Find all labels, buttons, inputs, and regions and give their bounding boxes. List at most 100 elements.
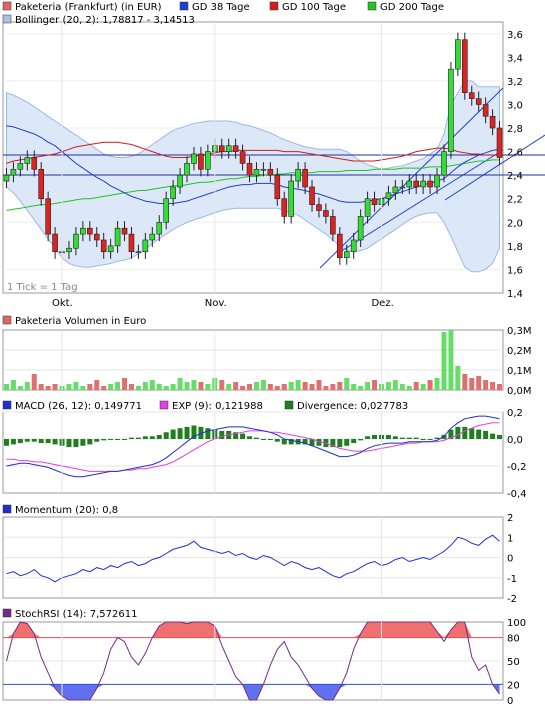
candle-up: [253, 168, 260, 176]
x-tick-label: Nov.: [205, 298, 227, 309]
legend-volume: Paketeria Volumen in Euro: [2, 315, 146, 327]
candle-down: [309, 186, 315, 205]
volume-bar: [483, 380, 489, 390]
x-tick-label: Dez.: [371, 298, 393, 309]
y-tick-label: 3,4: [507, 53, 523, 64]
divergence-bar: [476, 429, 482, 439]
legend-momentum: Momentum (20): 0,8: [2, 504, 118, 516]
volume-bar: [462, 374, 468, 390]
volume-bar: [351, 384, 357, 390]
candle-up: [343, 251, 350, 258]
candle-down: [330, 216, 336, 235]
candle-up: [114, 227, 121, 247]
divergence-bar: [149, 436, 155, 439]
y-tick-label: -0,4: [507, 489, 527, 500]
volume-bar: [260, 380, 266, 390]
legend-swatch: [159, 400, 169, 410]
price-panel: 1,4 1,6 1,8 2,0 2,2 2,4 2,6 2,8 3,0 3,2 3,4 3,6 1 T…: [2, 1, 545, 300]
divergence-bar: [274, 439, 280, 442]
volume-bar: [490, 382, 496, 390]
candle-up: [441, 151, 447, 176]
y-tick-label: -2: [507, 594, 517, 605]
candle-down: [413, 180, 419, 188]
volume-bar: [309, 384, 315, 390]
divergence-bar: [358, 439, 364, 441]
candle-down: [475, 98, 482, 105]
candle-up: [455, 39, 461, 70]
volume-bar: [295, 380, 301, 390]
divergence-bar: [427, 439, 433, 440]
candle-up: [434, 174, 440, 188]
legend-label: StochRSI (14): 7,572611: [15, 609, 137, 620]
volume-bar: [233, 382, 239, 390]
volume-bar: [274, 386, 280, 390]
candle-up: [225, 145, 232, 152]
legend-label: GD 200 Tage: [380, 2, 444, 13]
volume-bar: [170, 384, 176, 390]
candle-up: [364, 198, 371, 217]
candle-down: [323, 210, 329, 217]
candle-down: [232, 145, 239, 152]
y-tick-label: 0,1M: [507, 366, 532, 377]
volume-bar: [73, 382, 79, 390]
volume-bar: [413, 382, 419, 390]
legend-label: EXP (9): 0,121988: [172, 401, 263, 412]
candle-up: [142, 239, 149, 253]
divergence-bar: [399, 437, 405, 439]
y-tick-label: 3,2: [507, 77, 523, 88]
divergence-bar: [219, 430, 225, 439]
y-tick-label: 1,6: [507, 265, 523, 276]
legend-label: GD 38 Tage: [192, 2, 250, 13]
divergence-bar: [344, 439, 350, 446]
volume-bar: [142, 382, 148, 390]
volume-bar: [316, 380, 322, 390]
volume-bar: [87, 384, 93, 390]
y-tick-label: 0,0M: [507, 386, 532, 397]
candle-up: [205, 151, 211, 170]
volume-bar: [448, 330, 454, 390]
y-tick-label: 1,4: [507, 289, 523, 300]
volume-bar: [497, 384, 503, 390]
candle-up: [420, 180, 426, 188]
legend-swatch: [2, 315, 12, 325]
volume-bar: [323, 386, 329, 390]
y-tick-label: 0: [507, 696, 513, 707]
volume-bar: [115, 382, 121, 390]
candle-down: [302, 168, 308, 188]
legend-swatch: [2, 504, 12, 514]
divergence-bar: [135, 437, 141, 439]
candle-down: [468, 92, 475, 99]
volume-bar: [198, 382, 204, 390]
legend-label: Bollinger (20, 2): 1,78817 - 3,14513: [15, 15, 195, 26]
candle-up: [149, 233, 156, 241]
volume-bar: [94, 380, 100, 390]
legend-label: Divergence: 0,027783: [297, 401, 408, 412]
price-ticks: 1,4 1,6 1,8 2,0 2,2 2,4 2,6 2,8 3,0 3,2 3,4 3,6: [507, 30, 523, 300]
divergence-bar: [101, 439, 107, 441]
divergence-bar: [52, 439, 58, 445]
divergence-bar: [406, 437, 412, 439]
divergence-bar: [337, 439, 343, 448]
divergence-bar: [385, 434, 391, 439]
divergence-bar: [3, 439, 9, 446]
candle-up: [10, 168, 17, 176]
legend-swatch: [2, 400, 12, 410]
candle-up: [170, 186, 176, 200]
divergence-bar: [94, 439, 100, 442]
candle-up: [448, 68, 454, 152]
y-tick-label: 20: [507, 680, 520, 691]
candle-up: [350, 239, 357, 253]
divergence-bar: [469, 428, 475, 439]
divergence-bar: [108, 439, 114, 440]
volume-bar: [3, 384, 9, 390]
divergence-bar: [10, 439, 16, 445]
candle-up: [295, 168, 301, 182]
legend-swatch: [2, 608, 12, 618]
legend-swatch: [367, 1, 377, 11]
candle-down: [218, 145, 225, 152]
legend-stochrsi: StochRSI (14): 7,572611: [2, 608, 137, 620]
divergence-bar: [45, 439, 51, 444]
volume-bar: [247, 384, 253, 390]
candle-down: [45, 198, 51, 235]
candle-up: [156, 222, 163, 235]
